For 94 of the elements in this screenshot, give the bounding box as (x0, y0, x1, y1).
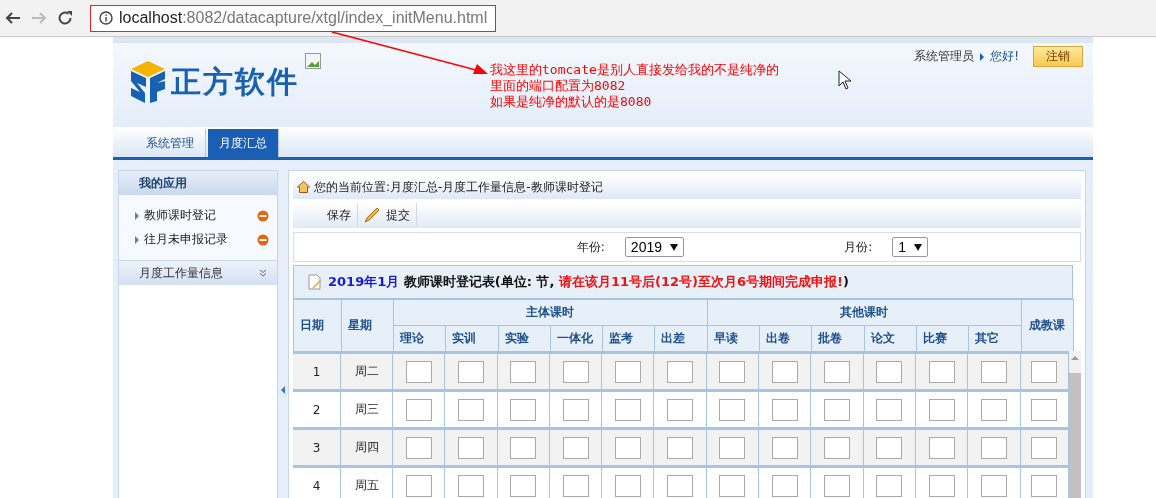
date-cell: 4 (293, 468, 341, 498)
collapse-icon[interactable] (281, 386, 285, 394)
nav-tab[interactable]: 月度汇总 (208, 129, 279, 157)
hours-input[interactable] (510, 436, 537, 459)
info-icon[interactable] (99, 11, 113, 25)
triangle-icon (135, 211, 139, 220)
filter-label: 年份: (576, 238, 605, 256)
filter-select[interactable]: 1 (892, 237, 928, 257)
hours-input[interactable] (1031, 474, 1058, 497)
hours-input[interactable] (824, 360, 850, 383)
hours-input[interactable] (562, 436, 589, 459)
hours-input[interactable] (928, 360, 955, 383)
broken-image-icon (305, 53, 321, 69)
minus-icon[interactable] (257, 233, 269, 246)
hours-input[interactable] (614, 436, 641, 459)
hours-input[interactable] (928, 474, 955, 497)
double-chevron-icon (259, 269, 267, 277)
url-field[interactable]: localhost:8082/datacapture/xtgl/index_initMenu.html (90, 4, 497, 32)
toolbar-button[interactable]: 提交 (358, 203, 417, 227)
note-icon (308, 274, 322, 290)
hours-input[interactable] (510, 474, 537, 497)
logo-text: 正方软件 (171, 62, 299, 101)
hours-input[interactable] (876, 398, 903, 421)
filter-label: 月份: (844, 238, 873, 256)
hours-input[interactable] (771, 398, 798, 421)
hours-input[interactable] (614, 360, 641, 383)
filter-select[interactable]: 2019 (624, 237, 684, 257)
hours-input[interactable] (928, 398, 955, 421)
logout-button[interactable]: 注销 (1033, 46, 1083, 67)
home-icon (297, 181, 310, 193)
hours-input[interactable] (980, 474, 1007, 497)
logo-icon (131, 61, 165, 103)
hours-input[interactable] (771, 474, 798, 497)
hours-input[interactable] (614, 474, 641, 497)
hours-input[interactable] (928, 436, 955, 459)
triangle-icon (135, 235, 139, 244)
hours-input[interactable] (719, 360, 746, 383)
url-path: :8082/datacapture/xtgl/index_initMenu.html (182, 9, 488, 26)
hours-input[interactable] (457, 360, 484, 383)
hours-input[interactable] (562, 398, 589, 421)
minus-icon[interactable] (257, 209, 269, 222)
sidebar-item[interactable]: 教师课时登记 (144, 207, 252, 224)
hours-input[interactable] (1031, 360, 1058, 383)
hours-input[interactable] (876, 474, 903, 497)
hours-input[interactable] (824, 436, 850, 459)
greeting: 您好! (990, 48, 1019, 65)
hours-input[interactable] (405, 360, 432, 383)
hours-input[interactable] (457, 398, 484, 421)
hours-input[interactable] (667, 436, 694, 459)
toolbar-button[interactable]: 保存 (321, 203, 358, 227)
url-host: localhost (119, 9, 183, 26)
hours-input[interactable] (405, 398, 432, 421)
triangle-icon (980, 52, 985, 61)
hours-input[interactable] (771, 360, 798, 383)
hours-input[interactable] (771, 436, 798, 459)
hours-input[interactable] (562, 360, 589, 383)
hours-input[interactable] (405, 474, 432, 497)
hours-input[interactable] (614, 398, 641, 421)
hours-input[interactable] (667, 360, 694, 383)
cursor-icon (838, 70, 852, 90)
hours-input[interactable] (405, 436, 432, 459)
nav-tab[interactable]: 系统管理 (135, 129, 206, 157)
hours-input[interactable] (1031, 436, 1058, 459)
hours-input[interactable] (876, 360, 903, 383)
hours-input[interactable] (980, 436, 1007, 459)
hours-input[interactable] (667, 398, 694, 421)
hours-input[interactable] (667, 474, 694, 497)
hours-input[interactable] (457, 474, 484, 497)
hours-input[interactable] (562, 474, 589, 497)
sidebar-title: 我的应用 (119, 171, 277, 195)
user-name: 系统管理员 (914, 48, 975, 65)
hours-input[interactable] (876, 436, 903, 459)
weekday-cell: 周五 (341, 468, 393, 498)
hours-input[interactable] (824, 474, 850, 497)
hours-input[interactable] (510, 398, 537, 421)
scroll-up-icon[interactable] (1070, 355, 1079, 361)
hours-input[interactable] (719, 398, 746, 421)
hours-input[interactable] (719, 436, 746, 459)
hours-input[interactable] (457, 436, 484, 459)
reload-icon[interactable] (56, 9, 74, 27)
hours-input[interactable] (510, 360, 537, 383)
annotation-note: 我这里的tomcate是别人直接发给我的不是纯净的 里面的端口配置为8082 如果是纯净的默认的是8080 (490, 62, 779, 110)
hours-input[interactable] (980, 398, 1007, 421)
hours-input[interactable] (824, 398, 850, 421)
hours-input[interactable] (719, 474, 746, 497)
breadcrumb: 您的当前位置:月度汇总-月度工作量信息-教师课时登记 (314, 178, 603, 196)
caret-icon (914, 243, 922, 251)
hours-input[interactable] (980, 360, 1007, 383)
table-title: 2019年1月 教师课时登记表(单位: 节, 请在该月11号后(12号)至次月6号期间完成申报!) (328, 273, 849, 291)
sidebar-section[interactable]: 月度工作量信息 (119, 261, 277, 285)
sidebar-item[interactable]: 往月未申报记录 (144, 231, 252, 248)
pencil-icon (364, 207, 380, 223)
hours-input[interactable] (1031, 398, 1058, 421)
caret-icon (670, 243, 678, 251)
